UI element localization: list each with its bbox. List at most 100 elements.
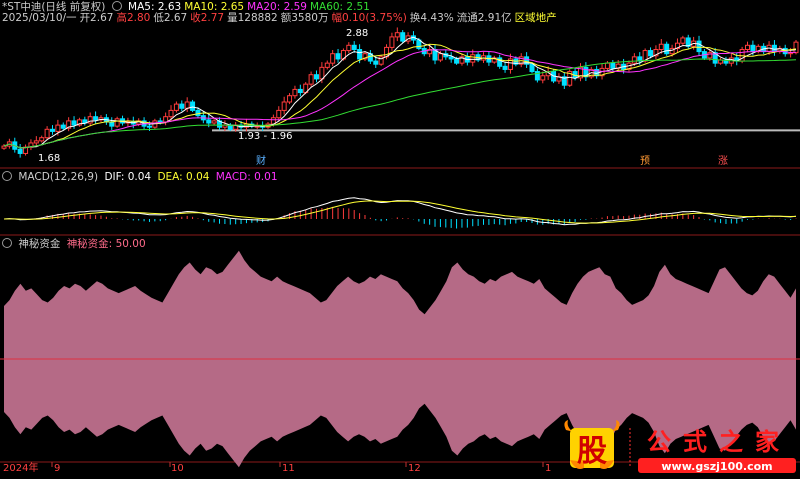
- candle-body: [168, 109, 174, 118]
- candle-body: [109, 121, 115, 127]
- candle-body: [114, 118, 120, 127]
- quote-field: 高2.80: [116, 12, 151, 24]
- candle-body: [771, 44, 777, 53]
- logo-char-3: 之: [719, 428, 743, 456]
- x-axis-label-oct: 10: [171, 463, 184, 474]
- x-axis-label-jan: 1: [545, 463, 552, 474]
- macd-dea-value: DEA: 0.04: [157, 171, 210, 183]
- candle-body: [184, 101, 190, 109]
- candle-body: [351, 44, 357, 50]
- candle-body: [163, 116, 169, 123]
- candle-body: [211, 120, 217, 124]
- candle-body: [750, 44, 756, 53]
- candle-body: [631, 56, 637, 64]
- event-marker-forecast[interactable]: 预: [640, 156, 650, 167]
- candle-body: [648, 50, 654, 57]
- candle-body: [319, 66, 325, 80]
- candle-body: [529, 63, 535, 73]
- candle-body: [179, 103, 185, 109]
- quote-field: 幅0.10(3.75%): [331, 12, 407, 24]
- candle-body: [707, 52, 713, 59]
- candle-body: [373, 60, 379, 65]
- candle-body: [157, 120, 163, 123]
- candle-body: [1, 145, 7, 149]
- candle-body: [195, 109, 201, 117]
- stock-chart: *ST中迪(日线 前复权) MA5: 2.63 MA10: 2.65 MA20: 2…: [0, 0, 800, 477]
- x-axis-label-dec: 12: [408, 463, 421, 474]
- candle-body: [437, 53, 443, 61]
- macd-dif-line: [3, 197, 797, 226]
- candle-body: [287, 95, 293, 103]
- logo-char-2: 式: [683, 428, 707, 456]
- site-logo: 股 公 式 之 家 www.gszj100.com: [562, 420, 798, 476]
- candle-body: [39, 137, 45, 142]
- candle-body: [664, 43, 670, 55]
- candle-body: [454, 58, 460, 64]
- candle-body: [276, 109, 282, 119]
- quote-row: 2025/03/10/一 开2.67 高2.80 低2.67 收2.77 量128882 额…: [2, 12, 560, 24]
- macd-title: MACD(12,26,9): [18, 171, 99, 183]
- quote-field: 收2.77: [190, 12, 225, 24]
- macd-dea-line: [3, 200, 797, 224]
- candle-body: [502, 65, 508, 70]
- range-annotation: 1.93 - 1.96: [238, 131, 293, 142]
- candle-body: [324, 62, 330, 68]
- candle-body: [696, 40, 702, 53]
- candle-body: [604, 62, 610, 69]
- candle-body: [297, 88, 303, 94]
- macd-settings-circle-icon[interactable]: [2, 171, 12, 181]
- candle-body: [658, 43, 664, 50]
- candle-body: [55, 124, 61, 132]
- candle-body: [793, 41, 799, 54]
- logo-char-4: 家: [755, 428, 779, 456]
- fund-settings-circle-icon[interactable]: [2, 238, 12, 248]
- candle-body: [400, 32, 406, 42]
- quote-field: 开2.67: [79, 12, 114, 24]
- quote-field: 换4.43%: [409, 12, 454, 24]
- candle-body: [206, 119, 212, 124]
- candle-body: [17, 148, 23, 154]
- candle-body: [71, 120, 77, 126]
- candle-body: [190, 101, 196, 111]
- candle-body: [745, 44, 751, 50]
- candle-body: [346, 44, 352, 52]
- quote-field: 额3580万: [280, 12, 329, 24]
- candle-body: [281, 101, 287, 111]
- candle-body: [448, 56, 454, 60]
- candle-body: [335, 53, 341, 60]
- event-marker-finance[interactable]: 财: [256, 156, 266, 167]
- high-price-annotation: 2.88: [346, 28, 369, 39]
- quote-field: 2025/03/10/一: [2, 12, 77, 24]
- ma60-line: [3, 58, 797, 149]
- candle-body: [394, 32, 400, 38]
- quote-field: 区域地产: [514, 12, 557, 24]
- logo-char-1: 公: [647, 428, 671, 456]
- candle-body: [146, 125, 152, 128]
- candle-body: [389, 36, 395, 48]
- x-axis-label-sep: 9: [54, 463, 61, 474]
- candle-body: [44, 128, 50, 139]
- quote-field: 量128882: [227, 12, 278, 24]
- fund-title: 神秘资金: [18, 238, 61, 250]
- candle-body: [292, 88, 298, 97]
- settings-circle-icon[interactable]: [111, 1, 122, 11]
- candle-body: [173, 103, 179, 111]
- macd-header: MACD(12,26,9) DIF: 0.04 DEA: 0.04 MACD: …: [2, 171, 281, 183]
- candle-body: [470, 54, 476, 63]
- fund-header: 神秘资金 神秘资金: 50.00: [2, 238, 149, 250]
- candle-body: [227, 124, 233, 130]
- candle-body: [680, 37, 686, 44]
- logo-badge-text: 股: [577, 434, 607, 469]
- candle-body: [308, 74, 314, 85]
- event-marker-limit-up[interactable]: 涨: [718, 156, 728, 167]
- candle-body: [33, 140, 39, 144]
- macd-dif-value: DIF: 0.04: [104, 171, 152, 183]
- low-price-annotation: 1.68: [38, 153, 61, 164]
- candle-body: [540, 75, 546, 81]
- quote-field: 低2.67: [153, 12, 188, 24]
- fund-value: 神秘资金: 50.00: [66, 238, 146, 250]
- x-axis-label-nov: 11: [282, 463, 295, 474]
- candle-body: [610, 62, 616, 69]
- candle-body: [330, 53, 336, 64]
- macd-macd-value: MACD: 0.01: [215, 171, 278, 183]
